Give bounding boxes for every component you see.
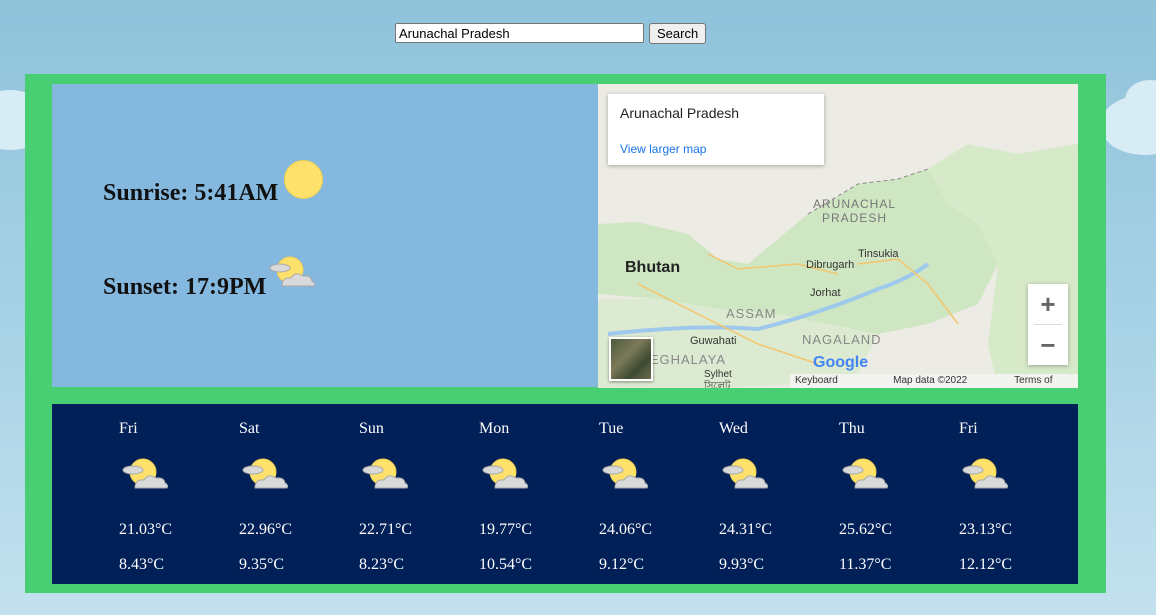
- weather-container: Sunrise: 5:41AM Sunset: 17:9PM ARUNACHAL…: [25, 74, 1106, 593]
- map-embed[interactable]: ARUNACHAL PRADESH Bhutan Dibrugarh Tinsu…: [598, 84, 1078, 388]
- view-larger-map-link[interactable]: View larger map: [620, 142, 706, 156]
- map-label: Tinsukia: [858, 248, 899, 260]
- sunset-text: Sunset: 17:9PM: [103, 274, 267, 300]
- day-name: Sat: [239, 420, 260, 437]
- map-label: ARUNACHAL: [813, 197, 897, 211]
- forecast-day: Fri 23.13°C 12.12°C: [959, 404, 1059, 584]
- map-data-text: Map data ©2022 Google: [893, 375, 968, 386]
- google-logo-text: Google: [813, 354, 869, 371]
- day-name: Fri: [959, 420, 978, 437]
- day-name: Thu: [839, 420, 865, 437]
- map-label: Jorhat: [810, 287, 841, 299]
- map-label: Dibrugarh: [806, 259, 855, 271]
- forecast-panel: Fri 21.03°C 8.43°C Sat 22.96°C 9.35°C Su…: [52, 404, 1078, 584]
- low-temp: 8.23°C: [359, 556, 405, 573]
- partly-cloudy-icon: [122, 458, 169, 489]
- map-label: Guwahati: [690, 335, 737, 347]
- google-logo: Google: [813, 354, 868, 372]
- low-temp: 8.43°C: [119, 556, 165, 573]
- day-name: Sun: [359, 420, 384, 437]
- map-label: ASSAM: [726, 306, 777, 321]
- sun-icon: [284, 160, 323, 199]
- search-input[interactable]: [395, 23, 644, 43]
- terms-of-use-link[interactable]: Terms of Use: [1014, 374, 1073, 388]
- sun-panel: Sunrise: 5:41AM Sunset: 17:9PM: [52, 84, 598, 387]
- map-place-title: Arunachal Pradesh: [620, 105, 740, 121]
- high-temp: 21.03°C: [119, 521, 173, 538]
- partly-cloudy-icon: [242, 458, 289, 489]
- high-temp: 24.31°C: [719, 521, 773, 538]
- high-temp: 22.71°C: [359, 521, 413, 538]
- forecast-day: Wed 24.31°C 9.93°C: [719, 404, 819, 584]
- low-temp: 9.12°C: [599, 556, 645, 573]
- partly-cloudy-icon: [602, 458, 649, 489]
- map-footer: Keyboard shortcuts Map data ©2022 Google…: [790, 374, 1078, 388]
- day-name: Wed: [719, 420, 748, 437]
- forecast-day: Mon 19.77°C 10.54°C: [479, 404, 579, 584]
- low-temp: 9.93°C: [719, 556, 765, 573]
- forecast-day: Tue 24.06°C 9.12°C: [599, 404, 699, 584]
- day-name: Fri: [119, 420, 138, 437]
- search-bar: Search: [395, 23, 707, 44]
- map-info-card: Arunachal Pradesh View larger map: [608, 94, 824, 165]
- partly-cloudy-icon: [962, 458, 1009, 489]
- forecast-day: Sat 22.96°C 9.35°C: [239, 404, 339, 584]
- sunrise-text: Sunrise: 5:41AM: [103, 180, 279, 206]
- zoom-in-button[interactable]: +: [1028, 284, 1068, 324]
- low-temp: 11.37°C: [839, 556, 892, 573]
- high-temp: 22.96°C: [239, 521, 293, 538]
- partly-cloudy-icon: [269, 256, 316, 287]
- search-button[interactable]: Search: [649, 23, 707, 44]
- day-name: Tue: [599, 420, 624, 437]
- partly-cloudy-icon: [482, 458, 529, 489]
- forecast-day: Sun 22.71°C 8.23°C: [359, 404, 459, 584]
- forecast-day: Fri 21.03°C 8.43°C: [119, 404, 219, 584]
- day-name: Mon: [479, 420, 510, 437]
- keyboard-shortcuts-link[interactable]: Keyboard shortcuts: [795, 374, 881, 388]
- map-label: সিলেট: [704, 381, 731, 388]
- low-temp: 9.35°C: [239, 556, 285, 573]
- high-temp: 19.77°C: [479, 521, 533, 538]
- low-temp: 12.12°C: [959, 556, 1013, 573]
- zoom-out-button[interactable]: −: [1028, 325, 1068, 365]
- map-label: Bhutan: [625, 259, 681, 276]
- forecast-day: Thu 25.62°C 11.37°C: [839, 404, 939, 584]
- low-temp: 10.54°C: [479, 556, 533, 573]
- high-temp: 24.06°C: [599, 521, 653, 538]
- zoom-controls: + −: [1028, 284, 1068, 365]
- partly-cloudy-icon: [362, 458, 409, 489]
- high-temp: 23.13°C: [959, 521, 1013, 538]
- partly-cloudy-icon: [722, 458, 769, 489]
- map-label: PRADESH: [822, 211, 888, 225]
- partly-cloudy-icon: [842, 458, 889, 489]
- satellite-toggle[interactable]: [609, 337, 653, 381]
- high-temp: 25.62°C: [839, 521, 893, 538]
- map-label: NAGALAND: [802, 332, 882, 347]
